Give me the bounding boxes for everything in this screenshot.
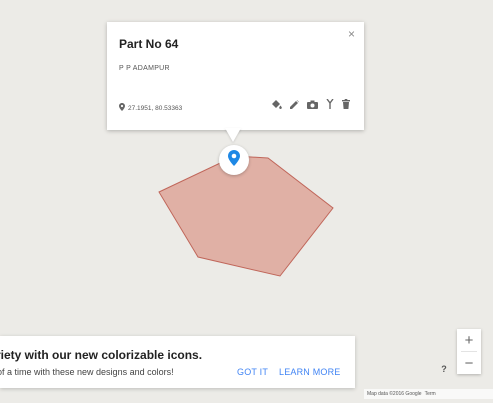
map-pin-icon: [228, 149, 240, 171]
terms-link[interactable]: Term: [425, 391, 436, 397]
trash-icon[interactable]: [342, 99, 350, 109]
got-it-button[interactable]: GOT IT: [237, 367, 268, 377]
location-marker[interactable]: [219, 145, 249, 175]
promo-title: riety with our new colorizable icons.: [0, 348, 203, 362]
info-window-subtitle: P P ADAMPUR: [119, 65, 170, 72]
learn-more-button[interactable]: LEARN MORE: [279, 367, 341, 377]
attribution-text: Map data ©2016 Google: [367, 391, 422, 397]
info-window-title: Part No 64: [119, 37, 179, 51]
promo-subtitle: of a time with these new designs and col…: [0, 367, 174, 377]
location-pin-icon: [119, 103, 125, 113]
help-button[interactable]: ?: [435, 361, 453, 377]
pencil-icon[interactable]: [290, 99, 299, 109]
info-window: Part No 64 × P P ADAMPUR 27.1951, 80.533…: [107, 22, 364, 130]
map-attribution: Map data ©2016 Google Term: [364, 389, 493, 399]
zoom-in-button[interactable]: +: [457, 329, 481, 351]
coordinates-row: 27.1951, 80.53363: [119, 103, 182, 113]
route-icon[interactable]: [326, 99, 334, 109]
zoom-out-button[interactable]: −: [457, 352, 481, 374]
close-icon[interactable]: ×: [348, 27, 355, 41]
zoom-control: + −: [457, 329, 481, 374]
camera-icon[interactable]: [307, 100, 318, 109]
info-window-pointer: [225, 128, 241, 142]
parcel-polygon[interactable]: [158, 155, 334, 277]
coordinates-text: 27.1951, 80.53363: [128, 104, 183, 112]
info-window-actions: [271, 99, 350, 109]
paint-bucket-icon[interactable]: [271, 99, 282, 109]
promo-banner: riety with our new colorizable icons. of…: [0, 336, 355, 388]
